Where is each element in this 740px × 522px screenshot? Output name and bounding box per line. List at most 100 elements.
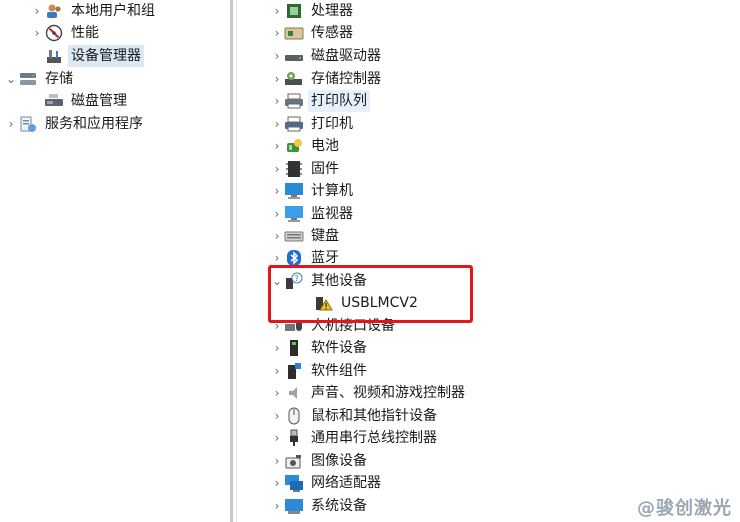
tree-item-label: 存储 [45, 71, 73, 87]
tree-item-services[interactable]: › 服务和应用程序 [4, 113, 146, 135]
mouse-icon [284, 407, 304, 425]
expand-chevron-icon[interactable]: › [270, 472, 284, 494]
expand-chevron-icon[interactable]: › [270, 247, 284, 269]
tree-item-device-manager[interactable]: 设备管理器 [44, 45, 144, 67]
device-category-disk-drive[interactable]: › 磁盘驱动器 [270, 45, 384, 67]
camera-icon [284, 452, 304, 470]
network-adapter-icon [284, 474, 304, 492]
sound-icon [284, 384, 304, 402]
device-category-processor[interactable]: › 处理器 [270, 0, 356, 22]
sensor-icon [284, 24, 304, 42]
device-category-label: 其他设备 [311, 273, 367, 289]
console-tree-pane: › 本地用户和组 › 性能 设备管理器 ⌄ 存储 磁盘管理 › 服务和应用程序 [0, 0, 228, 522]
expand-chevron-icon[interactable]: › [270, 450, 284, 472]
storage-icon [18, 70, 38, 88]
device-category-other-devices[interactable]: ⌄ ? 其他设备 [270, 270, 370, 292]
tree-item-label: 性能 [71, 25, 99, 41]
tree-item-label: 服务和应用程序 [45, 116, 143, 132]
device-category-printer[interactable]: › 打印机 [270, 113, 356, 135]
tree-item-performance[interactable]: › 性能 [30, 22, 102, 44]
expand-chevron-icon[interactable]: › [270, 495, 284, 517]
device-category-label: 存储控制器 [311, 71, 381, 87]
device-category-software-component[interactable]: › 软件组件 [270, 360, 370, 382]
device-category-label: 软件设备 [311, 340, 367, 356]
expand-chevron-icon[interactable]: › [270, 405, 284, 427]
expand-chevron-icon[interactable]: › [270, 0, 284, 22]
users-icon [44, 2, 64, 20]
device-category-label: 系统设备 [311, 498, 367, 514]
expand-chevron-icon[interactable]: › [270, 382, 284, 404]
device-category-label: 鼠标和其他指针设备 [311, 408, 437, 424]
device-category-label: 蓝牙 [311, 250, 339, 266]
device-category-label: 处理器 [311, 3, 353, 19]
device-category-software-device[interactable]: › 软件设备 [270, 337, 370, 359]
device-category-sensor[interactable]: › 传感器 [270, 22, 356, 44]
monitor-icon [284, 205, 304, 223]
device-usblmcv2[interactable]: USBLMCV2 [314, 292, 421, 314]
expand-chevron-icon[interactable]: › [270, 203, 284, 225]
expand-chevron-icon[interactable]: › [270, 180, 284, 202]
expand-chevron-icon[interactable]: › [270, 90, 284, 112]
tree-item-local-users[interactable]: › 本地用户和组 [30, 0, 158, 22]
expand-chevron-icon[interactable]: › [270, 135, 284, 157]
device-category-hid[interactable]: › 人机接口设备 [270, 315, 398, 337]
expand-chevron-icon[interactable]: › [270, 360, 284, 382]
device-tree-pane: › 处理器 › 传感器 › 磁盘驱动器 › 存储控制器 › 打印队列 › 打印机… [240, 0, 740, 522]
expand-chevron-icon[interactable]: › [4, 113, 18, 135]
device-category-computer[interactable]: › 计算机 [270, 180, 356, 202]
collapse-chevron-icon[interactable]: ⌄ [4, 68, 18, 90]
expand-chevron-icon[interactable]: › [270, 68, 284, 90]
watermark-text: @骏创激光 [637, 498, 732, 519]
pane-splitter[interactable] [230, 0, 233, 522]
device-category-usb[interactable]: › 通用串行总线控制器 [270, 427, 440, 449]
device-category-network[interactable]: › 网络适配器 [270, 472, 384, 494]
device-category-imaging[interactable]: › 图像设备 [270, 450, 370, 472]
device-category-battery[interactable]: › 电池 [270, 135, 342, 157]
expand-chevron-icon[interactable]: › [30, 22, 44, 44]
battery-icon [284, 137, 304, 155]
device-category-label: 网络适配器 [311, 475, 381, 491]
performance-icon [44, 24, 64, 42]
system-device-icon [284, 497, 304, 515]
bluetooth-icon [284, 249, 304, 267]
device-category-label: 磁盘驱动器 [311, 48, 381, 64]
device-category-sound[interactable]: › 声音、视频和游戏控制器 [270, 382, 468, 404]
expand-chevron-icon[interactable]: › [270, 225, 284, 247]
collapse-chevron-icon[interactable]: ⌄ [270, 270, 284, 292]
tree-item-label: 本地用户和组 [71, 3, 155, 19]
expand-chevron-icon[interactable]: › [30, 0, 44, 22]
device-category-label: 打印机 [311, 116, 353, 132]
storage-controller-icon [284, 70, 304, 88]
disk-drive-icon [284, 47, 304, 65]
expand-chevron-icon[interactable]: › [270, 337, 284, 359]
disk-management-icon [44, 92, 64, 110]
expand-chevron-icon[interactable]: › [270, 158, 284, 180]
computer-icon [284, 182, 304, 200]
device-category-firmware[interactable]: › 固件 [270, 158, 342, 180]
expand-chevron-icon[interactable]: › [270, 113, 284, 135]
expand-chevron-icon[interactable]: › [270, 427, 284, 449]
svg-text:?: ? [295, 274, 299, 283]
tree-item-disk-management[interactable]: 磁盘管理 [44, 90, 130, 112]
tree-item-storage[interactable]: ⌄ 存储 [4, 68, 76, 90]
device-category-label: 图像设备 [311, 453, 367, 469]
device-category-label: 打印队列 [308, 90, 370, 112]
device-category-system[interactable]: › 系统设备 [270, 495, 370, 517]
device-category-bluetooth[interactable]: › 蓝牙 [270, 247, 342, 269]
expand-chevron-icon[interactable]: › [270, 22, 284, 44]
device-category-label: 监视器 [311, 206, 353, 222]
device-manager-icon [44, 47, 64, 65]
device-category-monitor[interactable]: › 监视器 [270, 203, 356, 225]
print-queue-icon [284, 92, 304, 110]
expand-chevron-icon[interactable]: › [270, 315, 284, 337]
device-category-storage-controller[interactable]: › 存储控制器 [270, 68, 384, 90]
device-category-label: 键盘 [311, 228, 339, 244]
keyboard-icon [284, 227, 304, 245]
device-category-print-queue[interactable]: › 打印队列 [270, 90, 370, 112]
tree-item-label: 磁盘管理 [71, 93, 127, 109]
device-category-keyboard[interactable]: › 键盘 [270, 225, 342, 247]
hid-icon [284, 317, 304, 335]
software-device-icon [284, 339, 304, 357]
device-category-mouse[interactable]: › 鼠标和其他指针设备 [270, 405, 440, 427]
expand-chevron-icon[interactable]: › [270, 45, 284, 67]
